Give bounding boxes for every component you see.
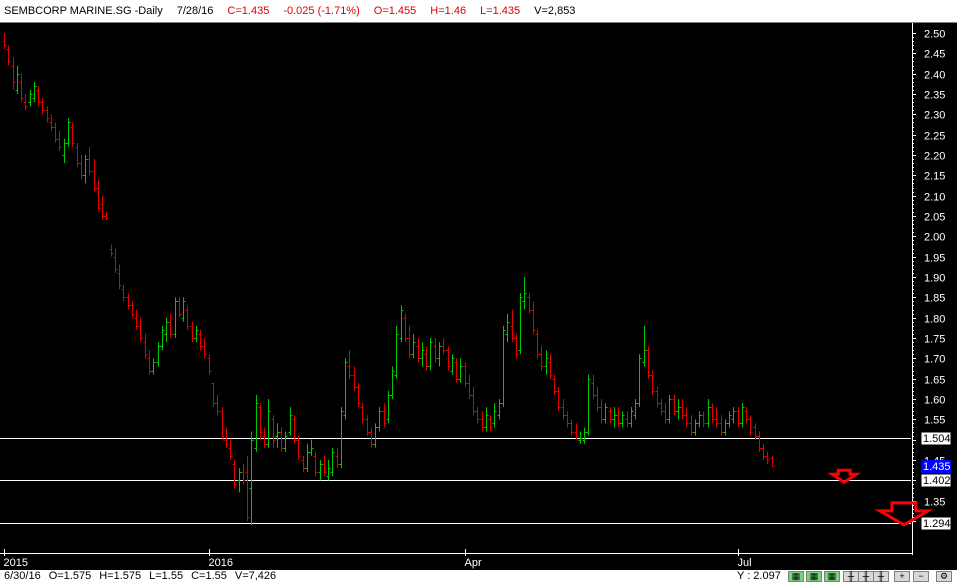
y-tick-label: 1.70 (924, 354, 945, 366)
y-tick-label: 2.40 (924, 70, 945, 82)
high-value: H=1.46 (430, 5, 467, 17)
cursor-y-readout: Y : 2.097 (737, 570, 781, 582)
y-tick-label: 1.60 (924, 395, 945, 407)
y-tick-label: 1.90 (924, 273, 945, 285)
y-tick-label: 1.95 (924, 253, 945, 265)
grid-icon[interactable]: ▦ (788, 571, 804, 582)
x-tick-label: Apr (465, 557, 482, 569)
price-chart-svg[interactable]: 2.50 2.45 2.40 2.35 2.30 2.25 2.20 2.15 2.10 2.05… (0, 0, 957, 583)
y-tick-label: 2.15 (924, 171, 945, 183)
settings-icon[interactable]: ⚙ (936, 571, 952, 582)
status-footer: 6/30/16 O=1.575 H=1.575 L=1.55 C=1.55 V=7,426… (0, 570, 957, 583)
cursor-low: L=1.55 (149, 570, 184, 582)
y-tick-label: 2.05 (924, 212, 945, 224)
y-tick-label: 1.85 (924, 293, 945, 305)
change-value: -0.025 (-1.71%) (283, 5, 360, 17)
y-tick-label: 2.30 (924, 110, 945, 122)
quote-date: 7/28/16 (176, 5, 214, 17)
level-label: 1.294 (923, 518, 951, 530)
open-value: O=1.455 (373, 5, 417, 17)
cursor-open: O=1.575 (48, 570, 92, 582)
stock-chart[interactable]: 2.50 2.45 2.40 2.35 2.30 2.25 2.20 2.15 2.10 2.05… (0, 0, 957, 583)
bar-chart-icon[interactable]: ╫ (873, 571, 889, 582)
x-tick-label: 2016 (209, 557, 233, 569)
x-tick-label: Jul (738, 557, 752, 569)
y-tick-label: 2.25 (924, 131, 945, 143)
y-tick-label: 2.45 (924, 49, 945, 61)
volume-value: V=2,853 (534, 5, 576, 17)
low-value: L=1.435 (480, 5, 521, 17)
grid-icon[interactable]: ▦ (806, 571, 822, 582)
cursor-volume: V=7,426 (234, 570, 277, 582)
cursor-high: H=1.575 (99, 570, 142, 582)
y-tick-label: 1.80 (924, 314, 945, 326)
y-tick-label: 1.55 (924, 415, 945, 427)
cursor-close: C=1.55 (191, 570, 227, 582)
close-value: C=1.435 (227, 5, 270, 17)
bar-chart-icon[interactable]: ╫ (858, 571, 874, 582)
cursor-date: 6/30/16 (4, 570, 41, 582)
cursor-ohlc-readout: 6/30/16 O=1.575 H=1.575 L=1.55 C=1.55 V=7,426 (4, 570, 284, 583)
y-tick-label: 1.35 (924, 497, 945, 509)
x-tick-label: 2015 (4, 557, 28, 569)
grid-icon[interactable]: ▦ (824, 571, 840, 582)
zoom-in-icon[interactable]: + (894, 571, 910, 582)
level-label: 1.504 (923, 433, 951, 445)
y-tick-label: 2.50 (924, 29, 945, 41)
bar-chart-icon[interactable]: ╫ (843, 571, 859, 582)
zoom-out-icon[interactable]: − (913, 571, 929, 582)
symbol-label: SEMBCORP MARINE.SG -Daily (4, 5, 163, 17)
quote-header: SEMBCORP MARINE.SG -Daily 7/28/16 C=1.435 -… (0, 0, 957, 23)
y-tick-label: 1.65 (924, 375, 945, 387)
y-tick-label: 2.00 (924, 232, 945, 244)
level-label: 1.402 (923, 475, 951, 487)
y-tick-label: 1.75 (924, 334, 945, 346)
y-tick-label: 2.35 (924, 90, 945, 102)
last-price-label: 1.435 (923, 461, 951, 473)
y-tick-label: 2.10 (924, 192, 945, 204)
y-tick-label: 2.20 (924, 151, 945, 163)
